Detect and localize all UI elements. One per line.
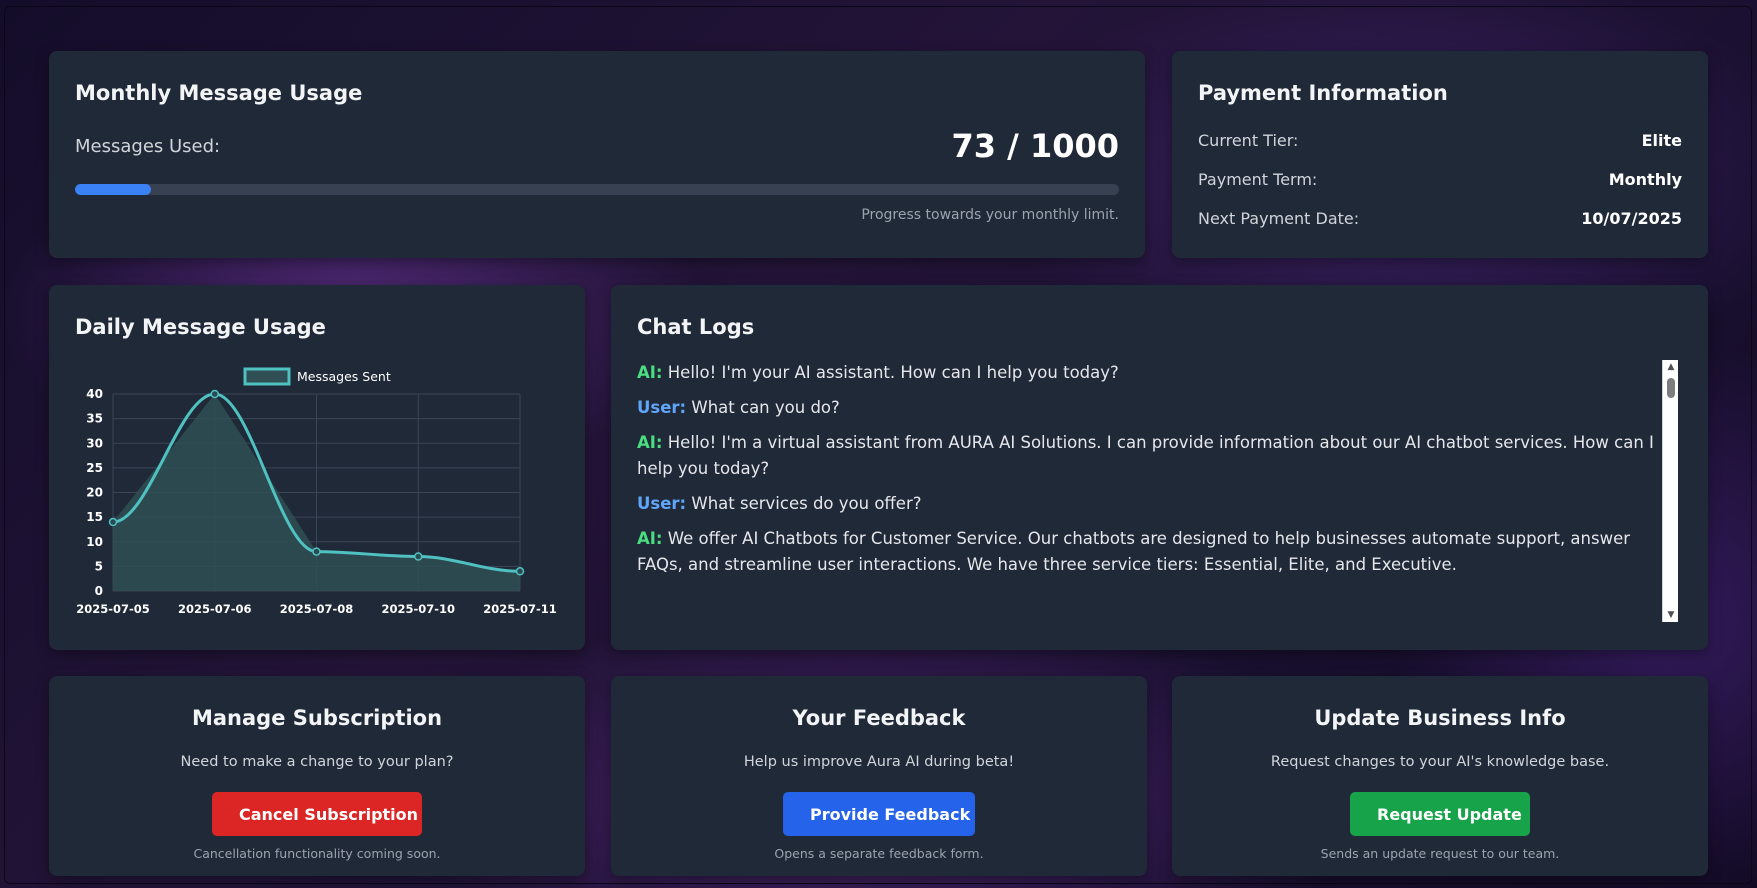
- chat-message: AI: Hello! I'm your AI assistant. How ca…: [637, 360, 1678, 386]
- chat-logs-title: Chat Logs: [637, 315, 755, 339]
- usage-progress-bar: [75, 184, 1119, 195]
- legend-swatch: [243, 367, 291, 386]
- manage-subscription-note: Cancellation functionality coming soon.: [193, 846, 441, 861]
- chat-sender: User:: [637, 494, 687, 513]
- chat-sender: AI:: [637, 433, 663, 452]
- payment-value: Monthly: [1608, 170, 1682, 189]
- progress-note: Progress towards your monthly limit.: [861, 207, 1119, 223]
- chat-text: We offer AI Chatbots for Customer Servic…: [637, 529, 1631, 574]
- chat-text: Hello! I'm a virtual assistant from AURA…: [637, 433, 1654, 478]
- manage-subscription-title: Manage Subscription: [191, 706, 443, 730]
- x-tick-label: 2025-07-08: [280, 602, 354, 616]
- monthly-usage-card: Monthly Message Usage Messages Used: 73 …: [49, 51, 1145, 258]
- chat-scroll-thumb[interactable]: [1667, 378, 1675, 398]
- payment-value: 10/07/2025: [1581, 209, 1682, 228]
- business-info-title: Update Business Info: [1314, 706, 1566, 730]
- payment-info-card: Payment Information Current Tier: Elite …: [1172, 51, 1708, 258]
- provide-feedback-button[interactable]: Provide Feedback: [783, 792, 975, 836]
- chat-message: AI: We offer AI Chatbots for Customer Se…: [637, 526, 1678, 578]
- chat-sender: User:: [637, 398, 687, 417]
- payment-key: Payment Term:: [1198, 170, 1318, 189]
- payment-value: Elite: [1641, 131, 1682, 150]
- manage-subscription-desc: Need to make a change to your plan?: [180, 754, 454, 770]
- cancel-subscription-button[interactable]: Cancel Subscription: [212, 792, 422, 836]
- chat-sender: AI:: [637, 363, 663, 382]
- request-update-button[interactable]: Request Update: [1350, 792, 1530, 836]
- y-tick-label: 5: [95, 559, 103, 573]
- chat-logs-card: Chat Logs AI: Hello! I'm your AI assista…: [611, 285, 1708, 650]
- messages-used-label: Messages Used:: [75, 136, 221, 157]
- y-tick-label: 20: [86, 486, 103, 500]
- feedback-title: Your Feedback: [792, 706, 966, 730]
- data-point: [210, 389, 219, 399]
- scroll-up-arrow-icon[interactable]: ▲: [1663, 360, 1678, 374]
- scroll-down-arrow-icon[interactable]: ▼: [1663, 608, 1678, 622]
- data-point: [312, 547, 321, 556]
- business-info-desc: Request changes to your AI's knowledge b…: [1270, 754, 1610, 770]
- y-tick-label: 25: [86, 461, 103, 475]
- data-point: [515, 567, 525, 576]
- x-tick-label: 2025-07-11: [483, 602, 557, 616]
- chat-text: What services do you offer?: [691, 494, 922, 513]
- chat-sender: AI:: [637, 529, 663, 548]
- feedback-desc: Help us improve Aura AI during beta!: [743, 754, 1015, 770]
- daily-usage-chart: 0 5 10 15 20 25 30 35 40 2025-07-05 2025-07-06 2025…: [76, 367, 557, 616]
- payment-key: Current Tier:: [1198, 131, 1299, 150]
- messages-used-count: 73 / 1000: [951, 127, 1119, 165]
- y-tick-label: 15: [86, 510, 103, 524]
- chat-message: User: What services do you offer?: [637, 491, 1678, 517]
- x-tick-label: 2025-07-06: [178, 602, 252, 616]
- chat-message: AI: Hello! I'm a virtual assistant from …: [637, 430, 1678, 482]
- y-tick-label: 40: [86, 387, 103, 401]
- feedback-note: Opens a separate feedback form.: [774, 846, 984, 861]
- payment-row-tier: Current Tier: Elite: [1198, 131, 1682, 150]
- payment-key: Next Payment Date:: [1198, 209, 1360, 228]
- legend-label: Messages Sent: [297, 369, 391, 384]
- payment-row-next-date: Next Payment Date: 10/07/2025: [1198, 209, 1682, 228]
- chat-log-list[interactable]: AI: Hello! I'm your AI assistant. How ca…: [637, 360, 1678, 622]
- data-point: [108, 517, 118, 527]
- chat-text: What can you do?: [691, 398, 840, 417]
- y-tick-label: 10: [86, 535, 103, 549]
- usage-progress-fill: [75, 184, 152, 195]
- chat-message: User: What can you do?: [637, 395, 1678, 421]
- data-point: [414, 552, 423, 561]
- payment-info-title: Payment Information: [1198, 81, 1448, 105]
- y-tick-label: 0: [95, 584, 103, 598]
- business-info-card: Update Business Info Request changes to …: [1172, 676, 1708, 876]
- y-tick-label: 30: [86, 436, 103, 450]
- payment-row-term: Payment Term: Monthly: [1198, 170, 1682, 189]
- x-tick-label: 2025-07-10: [381, 602, 455, 616]
- monthly-usage-title: Monthly Message Usage: [75, 81, 363, 105]
- chat-text: Hello! I'm your AI assistant. How can I …: [667, 363, 1119, 382]
- y-tick-label: 35: [86, 412, 103, 426]
- daily-usage-card: Daily Message Usage 0 5 10 15 20 25 30 35 40 2025…: [49, 285, 585, 650]
- x-tick-label: 2025-07-05: [76, 602, 150, 616]
- business-info-note: Sends an update request to our team.: [1320, 846, 1560, 861]
- manage-subscription-card: Manage Subscription Need to make a chang…: [49, 676, 585, 876]
- chat-scrollbar[interactable]: ▲ ▼: [1662, 360, 1678, 622]
- feedback-card: Your Feedback Help us improve Aura AI du…: [611, 676, 1147, 876]
